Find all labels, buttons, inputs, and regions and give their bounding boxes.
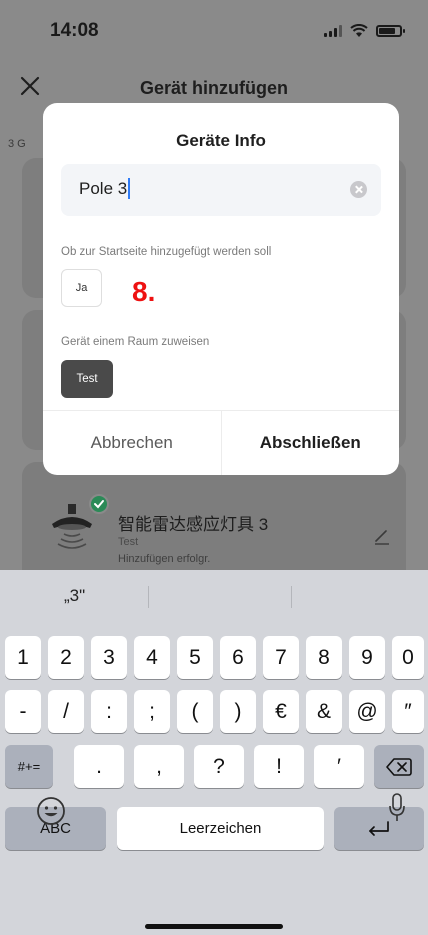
room-assign-label: Gerät einem Raum zuweisen xyxy=(61,336,210,348)
key-backspace[interactable] xyxy=(374,745,424,788)
cancel-button[interactable]: Abbrechen xyxy=(43,411,222,475)
key-open-paren[interactable]: ( xyxy=(177,690,213,733)
key-comma[interactable]: , xyxy=(134,745,184,788)
status-time: 14:08 xyxy=(50,20,99,41)
key-1[interactable]: 1 xyxy=(5,636,41,679)
key-6[interactable]: 6 xyxy=(220,636,256,679)
home-screen-label: Ob zur Startseite hinzugefügt werden sol… xyxy=(61,246,272,258)
finish-button[interactable]: Abschließen xyxy=(222,411,400,475)
emoji-icon[interactable] xyxy=(36,796,66,826)
status-bar: 14:08 xyxy=(0,0,428,60)
key-apostrophe[interactable]: ′ xyxy=(314,745,364,788)
key-8[interactable]: 8 xyxy=(306,636,342,679)
home-indicator xyxy=(145,924,283,929)
key-semicolon[interactable]: ; xyxy=(134,690,170,733)
signal-icon xyxy=(324,25,342,37)
wifi-icon xyxy=(350,24,368,37)
page-title: Gerät hinzufügen xyxy=(140,78,288,98)
edit-pencil-icon[interactable] xyxy=(372,526,392,546)
key-double-quote[interactable]: ″ xyxy=(392,690,424,733)
key-9[interactable]: 9 xyxy=(349,636,385,679)
key-space[interactable]: Leerzeichen xyxy=(117,807,324,850)
key-2[interactable]: 2 xyxy=(48,636,84,679)
room-option-test[interactable]: Test xyxy=(61,360,113,398)
key-4[interactable]: 4 xyxy=(134,636,170,679)
key-return[interactable] xyxy=(334,807,424,850)
device-name-value: Pole 3 xyxy=(79,178,128,198)
key-exclamation[interactable]: ! xyxy=(254,745,304,788)
key-question[interactable]: ? xyxy=(194,745,244,788)
on-screen-keyboard: „3" 1 2 3 4 5 6 7 8 9 0 - / : ; ( ) € & … xyxy=(0,570,428,935)
dialog-actions: Abbrechen Abschließen xyxy=(43,410,399,475)
key-ampersand[interactable]: & xyxy=(306,690,342,733)
key-colon[interactable]: : xyxy=(91,690,127,733)
suggestion-bar: „3" xyxy=(0,570,428,622)
key-5[interactable]: 5 xyxy=(177,636,213,679)
home-screen-yes-option[interactable]: Ja xyxy=(61,269,102,307)
device-room: Test xyxy=(118,536,139,548)
device-name-value-wrap: Pole 3 xyxy=(79,178,131,199)
key-7[interactable]: 7 xyxy=(263,636,299,679)
key-0[interactable]: 0 xyxy=(392,636,424,679)
device-name-input[interactable]: Pole 3 xyxy=(61,164,381,216)
backspace-icon xyxy=(386,757,412,776)
device-status: Hinzufügen erfolgr. xyxy=(118,553,211,565)
device-count-label: 3 G xyxy=(8,138,26,150)
suggestion-divider xyxy=(148,586,149,608)
microphone-icon[interactable] xyxy=(388,792,406,824)
key-euro[interactable]: € xyxy=(263,690,299,733)
status-icons xyxy=(324,24,405,38)
battery-icon xyxy=(376,25,405,37)
key-symbols-toggle[interactable]: #+= xyxy=(5,745,53,788)
device-name: 智能雷达感应灯具 3 xyxy=(118,515,269,534)
clear-input-icon[interactable] xyxy=(350,181,367,198)
device-info-dialog: Geräte Info Pole 3 Ob zur Startseite hin… xyxy=(43,103,399,475)
success-check-icon xyxy=(89,494,109,514)
step-annotation: 8. xyxy=(132,276,156,307)
key-slash[interactable]: / xyxy=(48,690,84,733)
key-hyphen[interactable]: - xyxy=(5,690,41,733)
key-3[interactable]: 3 xyxy=(91,636,127,679)
key-period[interactable]: . xyxy=(74,745,124,788)
suggestion-item[interactable]: „3" xyxy=(64,586,85,606)
text-caret xyxy=(128,178,131,199)
key-close-paren[interactable]: ) xyxy=(220,690,256,733)
added-device-card[interactable]: 智能雷达感应灯具 3 Test Hinzufügen erfolgr. xyxy=(22,462,406,570)
suggestion-divider xyxy=(291,586,292,608)
key-at[interactable]: @ xyxy=(349,690,385,733)
dialog-title: Geräte Info xyxy=(176,131,266,150)
